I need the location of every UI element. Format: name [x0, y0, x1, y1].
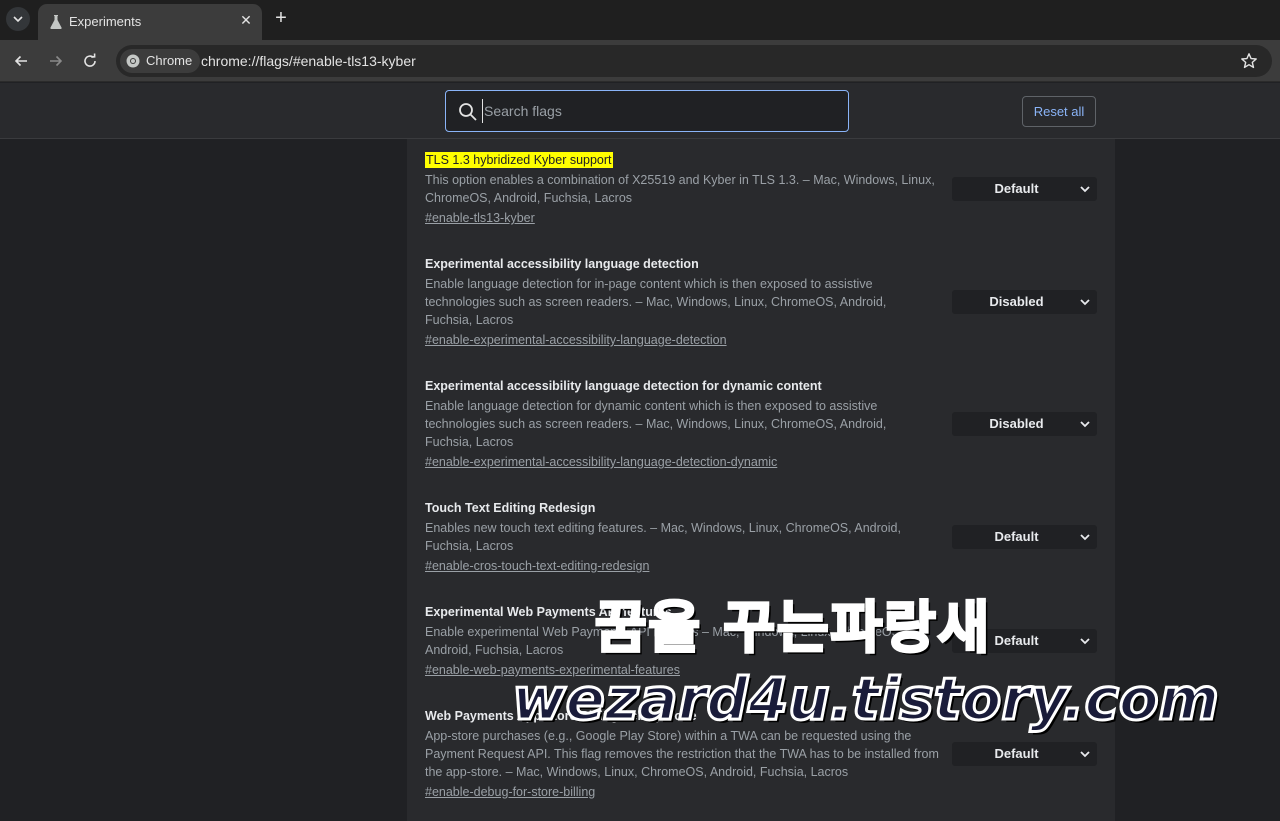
- watermark-url: wezard4u.tistory.com: [510, 664, 1220, 735]
- back-button[interactable]: [11, 51, 31, 71]
- chevron-down-icon: [13, 16, 23, 23]
- flag-select-value: Default: [994, 529, 1039, 544]
- chrome-icon: [126, 54, 140, 68]
- flag-title: TLS 1.3 hybridized Kyber support: [425, 152, 613, 168]
- flag-select-value: Disabled: [989, 416, 1044, 431]
- tab-search-button[interactable]: [6, 7, 30, 31]
- flag-title: Experimental accessibility language dete…: [425, 257, 699, 271]
- flag-description: Enable language detection for dynamic co…: [425, 399, 887, 449]
- search-box[interactable]: [445, 90, 849, 132]
- chevron-down-icon: [1080, 421, 1090, 428]
- flag-select-value: Default: [994, 633, 1039, 648]
- chip-label: Chrome: [146, 53, 193, 68]
- flag-select[interactable]: Disabled: [952, 290, 1097, 314]
- flag-description: App-store purchases (e.g., Google Play S…: [425, 729, 939, 779]
- chevron-down-icon: [1080, 534, 1090, 541]
- flag-item: TLS 1.3 hybridized Kyber support This op…: [425, 151, 1105, 227]
- flag-select[interactable]: Default: [952, 525, 1097, 549]
- flag-select[interactable]: Disabled: [952, 412, 1097, 436]
- flag-item: Touch Text Editing Redesign Enables new …: [425, 499, 1105, 575]
- flag-select[interactable]: Default: [952, 177, 1097, 201]
- chevron-down-icon: [1080, 751, 1090, 758]
- flag-item: Experimental accessibility language dete…: [425, 255, 1105, 349]
- watermark-title: 꿈을 꾸는파랑새: [593, 595, 992, 663]
- flags-header: Reset all: [0, 83, 1280, 139]
- new-tab-button[interactable]: +: [272, 8, 290, 28]
- chevron-down-icon: [1080, 186, 1090, 193]
- flag-select[interactable]: Default: [952, 742, 1097, 766]
- flag-title: Experimental accessibility language dete…: [425, 379, 822, 393]
- omnibox[interactable]: Chrome chrome://flags/#enable-tls13-kybe…: [116, 45, 1272, 77]
- flag-title: Touch Text Editing Redesign: [425, 501, 596, 515]
- flag-link[interactable]: #enable-cros-touch-text-editing-redesign: [425, 557, 649, 575]
- chevron-down-icon: [1080, 299, 1090, 306]
- search-icon: [459, 103, 477, 121]
- flask-icon: [50, 15, 62, 29]
- reload-button[interactable]: [80, 51, 100, 71]
- star-icon[interactable]: [1240, 52, 1258, 70]
- tab-title: Experiments: [69, 14, 142, 29]
- flag-description: This option enables a combination of X25…: [425, 173, 935, 205]
- flag-link[interactable]: #enable-experimental-accessibility-langu…: [425, 331, 727, 349]
- reset-all-button[interactable]: Reset all: [1022, 96, 1096, 127]
- flag-item: Experimental accessibility language dete…: [425, 377, 1105, 471]
- flag-select-value: Default: [994, 181, 1039, 196]
- flag-description: Enables new touch text editing features.…: [425, 521, 901, 553]
- flag-select-value: Disabled: [989, 294, 1044, 309]
- flag-link[interactable]: #enable-experimental-accessibility-langu…: [425, 453, 777, 471]
- tab-experiments[interactable]: Experiments ✕: [38, 4, 262, 40]
- reload-icon: [84, 53, 96, 67]
- toolbar: Chrome chrome://flags/#enable-tls13-kybe…: [0, 40, 1280, 82]
- flag-link[interactable]: #enable-tls13-kyber: [425, 209, 535, 227]
- search-input[interactable]: [482, 99, 832, 123]
- flag-description: Enable language detection for in-page co…: [425, 277, 887, 327]
- tab-strip: Experiments ✕ +: [0, 0, 1280, 40]
- arrow-left-icon: [14, 55, 27, 67]
- site-info-chip[interactable]: Chrome: [120, 49, 201, 73]
- flag-select-value: Default: [994, 746, 1039, 761]
- forward-button[interactable]: [46, 51, 66, 71]
- url-text[interactable]: chrome://flags/#enable-tls13-kyber: [201, 53, 416, 69]
- chevron-down-icon: [1080, 638, 1090, 645]
- flag-link[interactable]: #enable-debug-for-store-billing: [425, 783, 595, 801]
- close-icon[interactable]: ✕: [238, 12, 254, 28]
- arrow-right-icon: [50, 55, 63, 67]
